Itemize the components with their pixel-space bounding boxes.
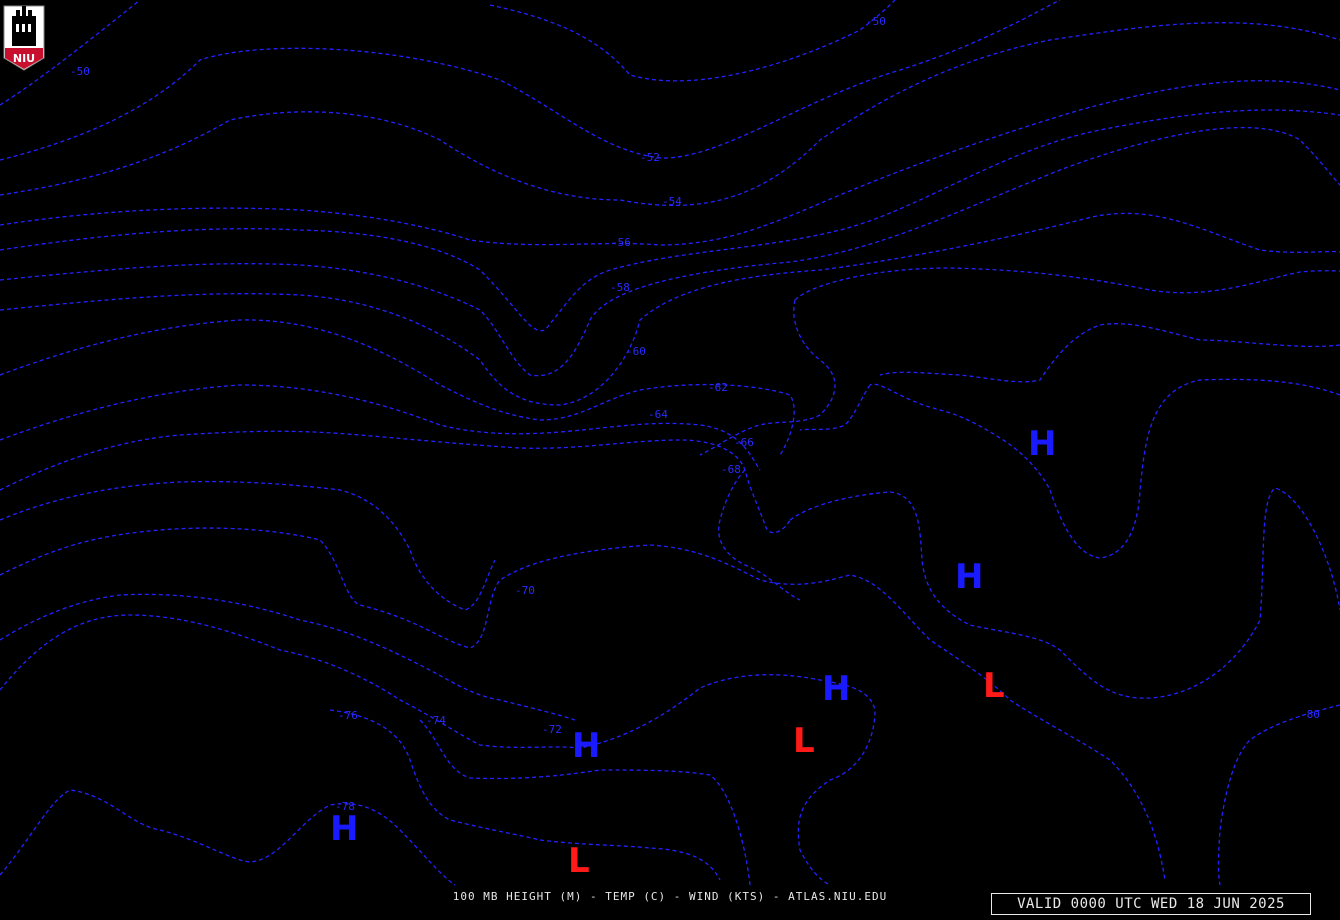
- isotherm-label: -62: [708, 381, 728, 394]
- isotherm-label: -50: [866, 15, 886, 28]
- isotherm-label: -60: [626, 345, 646, 358]
- isotherm-label: -52: [640, 151, 660, 164]
- isotherm-line: [799, 384, 871, 431]
- isotherm-line: [0, 212, 1340, 406]
- isotherm-label: -70: [515, 584, 535, 597]
- high-pressure-marker: H: [1028, 424, 1056, 464]
- low-pressure-marker: L: [568, 841, 590, 881]
- low-pressure-marker: L: [793, 721, 815, 761]
- high-pressure-marker: H: [955, 557, 983, 597]
- valid-time-box: VALID 0000 UTC WED 18 JUN 2025: [991, 893, 1311, 915]
- isotherm-label: -64: [648, 408, 668, 421]
- high-pressure-marker: H: [330, 809, 358, 849]
- niu-logo: NIU: [3, 5, 45, 71]
- isotherm-line: [794, 267, 1340, 301]
- isotherm-line: [1217, 704, 1340, 886]
- isotherm-line: [699, 299, 836, 456]
- isotherm-label: -54: [662, 195, 682, 208]
- isotherm-line: [0, 430, 791, 534]
- isotherm-label: -56: [611, 236, 631, 249]
- isotherm-line: [329, 709, 721, 881]
- isotherm-line: [0, 614, 876, 886]
- isotherm-line: [0, 319, 795, 456]
- isotherm-line: [0, 109, 1340, 332]
- high-pressure-marker: H: [572, 726, 600, 766]
- isotherm-label: -68: [721, 463, 741, 476]
- isotherm-line: [879, 323, 1340, 383]
- weather-map: -50 -50 -52 -54 -56 -58 -60 -62 -64 -66 -68 -70 -72 -…: [0, 0, 1340, 886]
- isotherm-line: [0, 789, 456, 886]
- isotherm-label: -74: [426, 714, 446, 727]
- isotherm-line: [0, 0, 1061, 161]
- isotherm-line: [489, 0, 896, 82]
- isotherm-line: [0, 22, 1340, 207]
- isotherm-label: -72: [542, 723, 562, 736]
- logo-text: NIU: [13, 52, 35, 65]
- isotherm-line: [718, 469, 801, 601]
- isotherm-line: [869, 378, 1340, 559]
- pressure-centers: HHHHHLLL: [330, 424, 1056, 881]
- isotherm-line: [0, 593, 576, 721]
- isotherm-label: -50: [70, 65, 90, 78]
- low-pressure-marker: L: [983, 666, 1005, 706]
- isotherm-label: -80: [1300, 708, 1320, 721]
- isotherm-label: -76: [338, 709, 358, 722]
- isotherm-line: [789, 487, 1340, 699]
- isotherm-line: [0, 80, 1340, 246]
- isotherm-line: [0, 480, 496, 611]
- high-pressure-marker: H: [822, 669, 850, 709]
- isotherm-contours: [0, 0, 1340, 886]
- isotherm-line: [0, 126, 1340, 377]
- isotherm-labels: -50 -50 -52 -54 -56 -58 -60 -62 -64 -66 -68 -70 -72 -…: [70, 15, 1320, 813]
- isotherm-label: -58: [610, 281, 630, 294]
- isotherm-line: [0, 384, 761, 471]
- isotherm-label: -66: [734, 436, 754, 449]
